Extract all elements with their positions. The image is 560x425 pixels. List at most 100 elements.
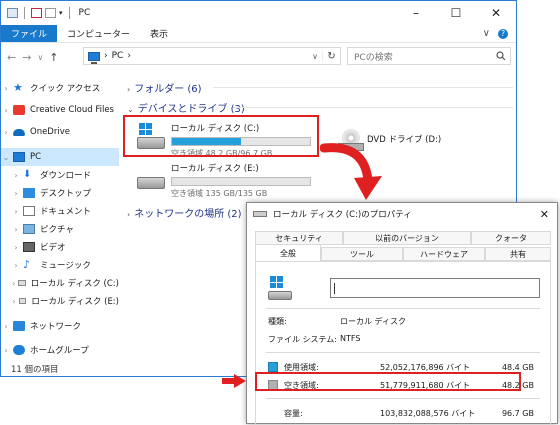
dialog-title-bar: ローカル ディスク (C:)のプロパティ ✕: [247, 203, 557, 225]
address-bar[interactable]: › PC › ∨ ↻: [83, 47, 341, 65]
sidebar-item-videos[interactable]: › ビデオ: [1, 238, 119, 256]
capacity-gb: 96.7 GB: [501, 408, 534, 418]
sidebar-item-label: ビデオ: [40, 243, 66, 253]
expand-chevron-icon[interactable]: ›: [1, 84, 11, 93]
group-label: デバイスとドライブ (3): [137, 104, 245, 115]
address-separator[interactable]: ›: [104, 51, 108, 61]
address-separator[interactable]: ›: [127, 51, 131, 61]
sidebar-item-label: ホームグループ: [30, 346, 89, 356]
maximize-button[interactable]: ☐: [436, 1, 476, 25]
pc-icon: [13, 152, 25, 162]
chevron-right-icon[interactable]: ›: [127, 210, 130, 219]
sidebar-item-label: ピクチャ: [40, 225, 74, 235]
sidebar-item-label: クイック アクセス: [30, 84, 101, 94]
sidebar-item-label: PC: [30, 152, 42, 162]
tab-general[interactable]: 全般: [255, 244, 321, 261]
toolbar-dropdown-icon[interactable]: ▾: [59, 9, 63, 17]
tab-computer[interactable]: コンピューター: [57, 25, 140, 42]
sidebar-item-local-disk-c[interactable]: › ローカル ディスク (C:): [1, 274, 119, 292]
back-button[interactable]: ←: [7, 51, 16, 64]
sidebar-item-homegroup[interactable]: › ホームグループ: [1, 341, 119, 359]
expand-ribbon-button[interactable]: ∨: [483, 28, 490, 39]
search-box[interactable]: PCの検索: [347, 47, 511, 65]
expand-chevron-icon[interactable]: ›: [1, 106, 11, 115]
expand-chevron-icon[interactable]: ›: [1, 346, 11, 355]
drive-icon: [18, 298, 27, 304]
close-button[interactable]: ✕: [476, 1, 516, 25]
sidebar-item-label: ローカル ディスク (E:): [31, 297, 119, 307]
tab-view[interactable]: 表示: [140, 25, 178, 42]
address-dropdown-icon[interactable]: ∨: [312, 52, 318, 61]
drive-usage-bar: [171, 177, 311, 186]
sidebar-item-pc[interactable]: ⌄ PC: [1, 148, 119, 166]
sidebar-item-downloads[interactable]: › ⬇ ダウンロード: [1, 166, 119, 184]
expand-chevron-icon[interactable]: ›: [11, 279, 16, 288]
tab-previous-versions[interactable]: 以前のバージョン: [343, 231, 471, 245]
homegroup-icon: [13, 345, 25, 355]
file-system-label: ファイル システム:: [268, 335, 337, 344]
drive-item-e[interactable]: ローカル ディスク (E:) 空き領域 135 GB/135 GB: [135, 161, 311, 199]
sidebar-item-label: ドキュメント: [40, 207, 92, 217]
document-icon: [23, 206, 35, 216]
recent-locations-button[interactable]: ∨: [37, 53, 43, 62]
used-space-gb: 48.4 GB: [501, 362, 534, 372]
dialog-title: ローカル ディスク (C:)のプロパティ: [273, 210, 412, 220]
capacity-label: 容量:: [284, 408, 303, 418]
new-folder-icon[interactable]: [45, 8, 56, 18]
expand-chevron-icon[interactable]: ›: [1, 128, 11, 137]
tab-quota[interactable]: クォータ: [471, 231, 551, 245]
search-input[interactable]: PCの検索: [354, 50, 393, 63]
sidebar-item-local-disk-e[interactable]: › ローカル ディスク (E:): [1, 292, 119, 310]
volume-label-input[interactable]: [330, 278, 540, 298]
sidebar-item-pictures[interactable]: › ピクチャ: [1, 220, 119, 238]
free-space-highlight-box: [255, 372, 521, 391]
sidebar-item-desktop[interactable]: › デスクトップ: [1, 184, 119, 202]
file-system-row: ファイル システム: NTFS: [268, 334, 360, 345]
sidebar-item-label: ネットワーク: [30, 322, 82, 332]
expand-chevron-icon[interactable]: ›: [11, 207, 21, 216]
sidebar-item-music[interactable]: › ♪ ミュージック: [1, 256, 119, 274]
drive-icon: [18, 280, 26, 286]
window-title: PC: [78, 8, 91, 18]
tab-file[interactable]: ファイル: [1, 25, 58, 42]
sidebar-item-label: デスクトップ: [40, 189, 92, 199]
expand-chevron-icon[interactable]: ›: [11, 189, 21, 198]
expand-chevron-icon[interactable]: ›: [11, 225, 21, 234]
properties-icon[interactable]: [31, 8, 42, 18]
network-icon: [13, 321, 25, 331]
address-segment-pc[interactable]: PC: [112, 51, 124, 61]
expand-chevron-icon[interactable]: ›: [11, 243, 21, 252]
group-network-locations[interactable]: › ネットワークの場所 (2): [127, 205, 242, 220]
up-button[interactable]: ↑: [49, 51, 58, 64]
tab-hardware[interactable]: ハードウェア: [403, 247, 485, 261]
search-icon[interactable]: [496, 51, 506, 61]
tab-sharing[interactable]: 共有: [485, 247, 551, 261]
dialog-close-button[interactable]: ✕: [540, 208, 549, 221]
drive-name: ローカル ディスク (E:): [171, 164, 259, 174]
minimize-button[interactable]: –: [396, 1, 436, 25]
status-bar-item-count: 11 個の項目: [11, 365, 59, 375]
type-row: 種類: ローカル ディスク: [268, 316, 406, 327]
help-icon[interactable]: ?: [498, 28, 508, 39]
sidebar-item-quick-access[interactable]: › ★ クイック アクセス: [1, 79, 119, 97]
sidebar-item-label: OneDrive: [30, 127, 70, 137]
group-devices[interactable]: ⌄ デバイスとドライブ (3): [127, 100, 245, 115]
expand-chevron-icon[interactable]: ›: [11, 261, 21, 270]
sidebar-item-onedrive[interactable]: › OneDrive: [1, 123, 119, 141]
windows-drive-icon: [268, 276, 294, 300]
chevron-down-icon[interactable]: ⌄: [127, 105, 134, 114]
sidebar-item-documents[interactable]: › ドキュメント: [1, 202, 119, 220]
expand-chevron-icon[interactable]: ›: [11, 171, 21, 180]
refresh-button[interactable]: ↻: [322, 50, 340, 62]
expand-chevron-icon[interactable]: ›: [11, 297, 17, 306]
used-space-swatch: [268, 362, 278, 372]
tab-security[interactable]: セキュリティ: [255, 231, 343, 245]
sidebar-item-network[interactable]: › ネットワーク: [1, 317, 119, 335]
group-folders[interactable]: › フォルダー (6): [127, 80, 202, 95]
forward-button[interactable]: →: [22, 51, 31, 64]
expand-chevron-icon[interactable]: ›: [1, 322, 11, 331]
chevron-right-icon[interactable]: ›: [127, 85, 130, 94]
tab-tools[interactable]: ツール: [321, 247, 403, 261]
collapse-chevron-icon[interactable]: ⌄: [1, 153, 11, 162]
sidebar-item-creative-cloud[interactable]: › Creative Cloud Files: [1, 101, 119, 119]
